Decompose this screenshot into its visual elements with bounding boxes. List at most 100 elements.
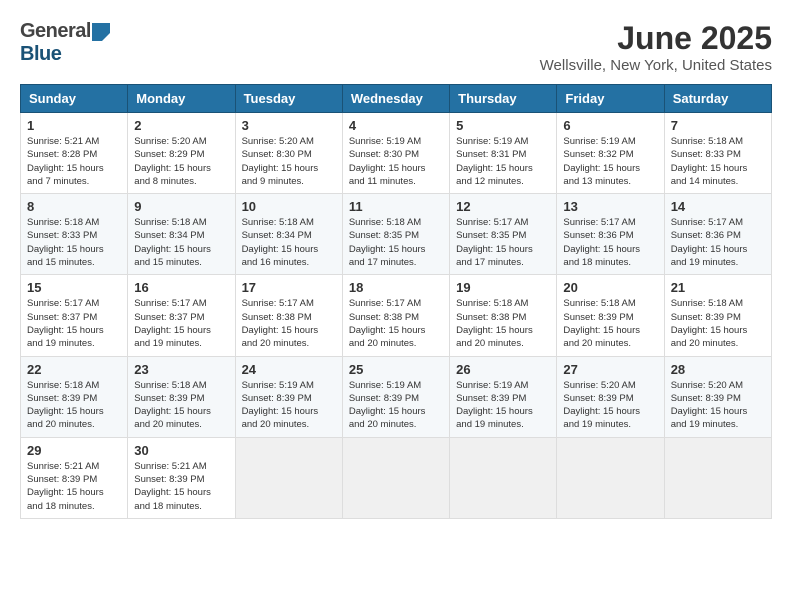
table-row <box>235 437 342 518</box>
table-row: 1Sunrise: 5:21 AMSunset: 8:28 PMDaylight… <box>21 113 128 194</box>
calendar-week-row: 29 Sunrise: 5:21 AMSunset: 8:39 PMDayligh… <box>21 437 772 518</box>
table-row: 27Sunrise: 5:20 AMSunset: 8:39 PMDayligh… <box>557 356 664 437</box>
day-info: Sunrise: 5:18 AMSunset: 8:38 PMDaylight:… <box>456 297 550 350</box>
table-row: 4 Sunrise: 5:19 AMSunset: 8:30 PMDaylight… <box>342 113 449 194</box>
table-row: 11 Sunrise: 5:18 AMSunset: 8:35 PMDayligh… <box>342 194 449 275</box>
day-number: 18 <box>349 280 443 295</box>
day-number: 10 <box>242 199 336 214</box>
day-number: 17 <box>242 280 336 295</box>
day-info: Sunrise: 5:19 AMSunset: 8:31 PMDaylight:… <box>456 135 550 188</box>
table-row: 29 Sunrise: 5:21 AMSunset: 8:39 PMDayligh… <box>21 437 128 518</box>
table-row: 10Sunrise: 5:18 AMSunset: 8:34 PMDayligh… <box>235 194 342 275</box>
calendar-week-row: 22 Sunrise: 5:18 AMSunset: 8:39 PMDayligh… <box>21 356 772 437</box>
col-tuesday: Tuesday <box>235 85 342 113</box>
col-sunday: Sunday <box>21 85 128 113</box>
table-row: 20 Sunrise: 5:18 AMSunset: 8:39 PMDayligh… <box>557 275 664 356</box>
day-number: 3 <box>242 118 336 133</box>
table-row: 22Sunrise: 5:18 AMSunset: 8:39 PMDayligh… <box>21 356 128 437</box>
day-number: 16 <box>134 280 228 295</box>
table-row: 9Sunrise: 5:18 AMSunset: 8:34 PMDaylight… <box>128 194 235 275</box>
logo-wing-icon <box>92 23 110 41</box>
day-number: 13 <box>563 199 657 214</box>
day-info: Sunrise: 5:19 AMSunset: 8:39 PMDaylight:… <box>456 379 550 432</box>
day-info: Sunrise: 5:17 AMSunset: 8:35 PMDaylight:… <box>456 216 550 269</box>
day-number: 28 <box>671 362 765 377</box>
table-row: 13 Sunrise: 5:17 AMSunset: 8:36 PMDayligh… <box>557 194 664 275</box>
table-row: 12 Sunrise: 5:17 AMSunset: 8:35 PMDayligh… <box>450 194 557 275</box>
table-row: 14 Sunrise: 5:17 AMSunset: 8:36 PMDayligh… <box>664 194 771 275</box>
day-info: Sunrise: 5:19 AMSunset: 8:30 PMDaylight:… <box>349 135 443 188</box>
day-number: 25 <box>349 362 443 377</box>
col-friday: Friday <box>557 85 664 113</box>
table-row: 6 Sunrise: 5:19 AMSunset: 8:32 PMDaylight… <box>557 113 664 194</box>
table-row: 7 Sunrise: 5:18 AMSunset: 8:33 PMDaylight… <box>664 113 771 194</box>
day-number: 19 <box>456 280 550 295</box>
day-info: Sunrise: 5:21 AMSunset: 8:39 PMDaylight:… <box>27 460 121 513</box>
day-info: Sunrise: 5:18 AMSunset: 8:33 PMDaylight:… <box>671 135 765 188</box>
calendar-header-row: Sunday Monday Tuesday Wednesday Thursday… <box>21 85 772 113</box>
day-number: 11 <box>349 199 443 214</box>
month-title: June 2025 <box>540 20 772 57</box>
col-thursday: Thursday <box>450 85 557 113</box>
calendar-week-row: 8 Sunrise: 5:18 AMSunset: 8:33 PMDaylight… <box>21 194 772 275</box>
table-row <box>450 437 557 518</box>
table-row: 19 Sunrise: 5:18 AMSunset: 8:38 PMDayligh… <box>450 275 557 356</box>
table-row: 16 Sunrise: 5:17 AMSunset: 8:37 PMDayligh… <box>128 275 235 356</box>
table-row: 24 Sunrise: 5:19 AMSunset: 8:39 PMDayligh… <box>235 356 342 437</box>
logo-general: General <box>20 20 91 43</box>
day-number: 1 <box>27 118 121 133</box>
day-number: 12 <box>456 199 550 214</box>
table-row: 23Sunrise: 5:18 AMSunset: 8:39 PMDayligh… <box>128 356 235 437</box>
day-info: Sunrise: 5:18 AMSunset: 8:39 PMDaylight:… <box>134 379 228 432</box>
day-number: 24 <box>242 362 336 377</box>
table-row: 18 Sunrise: 5:17 AMSunset: 8:38 PMDayligh… <box>342 275 449 356</box>
day-info: Sunrise: 5:18 AMSunset: 8:39 PMDaylight:… <box>671 297 765 350</box>
calendar-week-row: 15 Sunrise: 5:17 AMSunset: 8:37 PMDayligh… <box>21 275 772 356</box>
location: Wellsville, New York, United States <box>540 57 772 74</box>
col-saturday: Saturday <box>664 85 771 113</box>
day-info: Sunrise: 5:20 AMSunset: 8:29 PMDaylight:… <box>134 135 228 188</box>
day-number: 14 <box>671 199 765 214</box>
day-info: Sunrise: 5:18 AMSunset: 8:33 PMDaylight:… <box>27 216 121 269</box>
table-row: 25 Sunrise: 5:19 AMSunset: 8:39 PMDayligh… <box>342 356 449 437</box>
table-row: 8 Sunrise: 5:18 AMSunset: 8:33 PMDaylight… <box>21 194 128 275</box>
day-number: 27 <box>563 362 657 377</box>
calendar-table: Sunday Monday Tuesday Wednesday Thursday… <box>20 84 772 519</box>
day-info: Sunrise: 5:21 AMSunset: 8:39 PMDaylight:… <box>134 460 228 513</box>
table-row: 15Sunrise: 5:17 AMSunset: 8:37 PMDayligh… <box>21 275 128 356</box>
table-row: 30Sunrise: 5:21 AMSunset: 8:39 PMDayligh… <box>128 437 235 518</box>
logo: General Blue <box>20 20 111 66</box>
table-row <box>342 437 449 518</box>
day-info: Sunrise: 5:17 AMSunset: 8:38 PMDaylight:… <box>349 297 443 350</box>
day-info: Sunrise: 5:20 AMSunset: 8:30 PMDaylight:… <box>242 135 336 188</box>
day-number: 21 <box>671 280 765 295</box>
page-header: General Blue June 2025 Wellsville, New Y… <box>20 20 772 74</box>
day-info: Sunrise: 5:19 AMSunset: 8:39 PMDaylight:… <box>242 379 336 432</box>
col-wednesday: Wednesday <box>342 85 449 113</box>
day-info: Sunrise: 5:17 AMSunset: 8:38 PMDaylight:… <box>242 297 336 350</box>
day-number: 8 <box>27 199 121 214</box>
day-info: Sunrise: 5:18 AMSunset: 8:39 PMDaylight:… <box>563 297 657 350</box>
day-number: 29 <box>27 443 121 458</box>
day-info: Sunrise: 5:19 AMSunset: 8:32 PMDaylight:… <box>563 135 657 188</box>
day-number: 20 <box>563 280 657 295</box>
day-number: 22 <box>27 362 121 377</box>
day-number: 2 <box>134 118 228 133</box>
col-monday: Monday <box>128 85 235 113</box>
day-number: 15 <box>27 280 121 295</box>
table-row: 17 Sunrise: 5:17 AMSunset: 8:38 PMDayligh… <box>235 275 342 356</box>
table-row: 21 Sunrise: 5:18 AMSunset: 8:39 PMDayligh… <box>664 275 771 356</box>
day-info: Sunrise: 5:20 AMSunset: 8:39 PMDaylight:… <box>671 379 765 432</box>
day-info: Sunrise: 5:17 AMSunset: 8:36 PMDaylight:… <box>563 216 657 269</box>
title-block: June 2025 Wellsville, New York, United S… <box>540 20 772 74</box>
day-number: 7 <box>671 118 765 133</box>
day-info: Sunrise: 5:17 AMSunset: 8:37 PMDaylight:… <box>134 297 228 350</box>
day-info: Sunrise: 5:17 AMSunset: 8:36 PMDaylight:… <box>671 216 765 269</box>
day-info: Sunrise: 5:18 AMSunset: 8:35 PMDaylight:… <box>349 216 443 269</box>
table-row: 26Sunrise: 5:19 AMSunset: 8:39 PMDayligh… <box>450 356 557 437</box>
day-info: Sunrise: 5:19 AMSunset: 8:39 PMDaylight:… <box>349 379 443 432</box>
table-row: 5Sunrise: 5:19 AMSunset: 8:31 PMDaylight… <box>450 113 557 194</box>
day-number: 4 <box>349 118 443 133</box>
table-row <box>557 437 664 518</box>
day-number: 6 <box>563 118 657 133</box>
